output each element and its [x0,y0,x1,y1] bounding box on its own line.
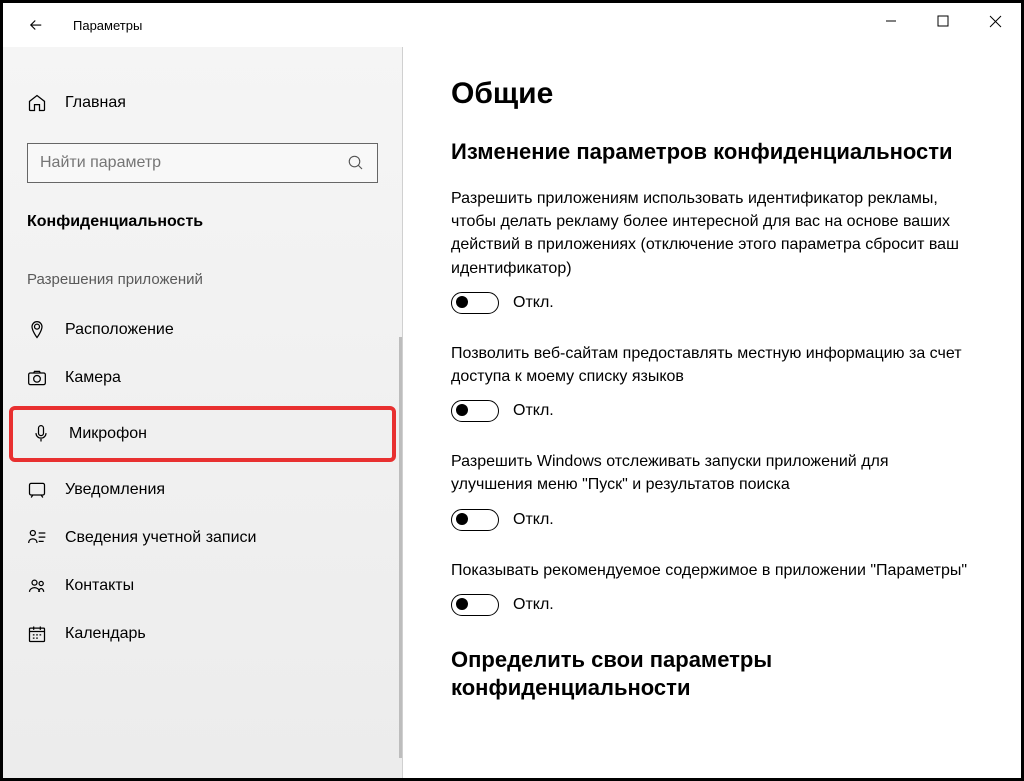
setting-text: Разрешить приложениям использовать идент… [451,187,971,280]
sidebar-item-label: Уведомления [65,481,165,499]
location-icon [27,320,47,340]
toggle-language-list[interactable] [451,400,499,422]
notifications-icon [27,480,47,500]
sidebar-item-label: Микрофон [69,425,147,443]
account-info-icon [27,528,47,548]
sidebar: Главная Конфиденциальность Разрешения пр… [3,47,403,778]
sidebar-item-label: Календарь [65,625,146,643]
toggle-state-label: Откл. [513,511,554,529]
contacts-icon [27,576,47,596]
window-title: Параметры [73,18,142,33]
toggle-state-label: Откл. [513,596,554,614]
minimize-button[interactable] [865,3,917,39]
titlebar: Параметры [3,3,1021,47]
sidebar-home[interactable]: Главная [3,83,402,123]
window-controls [865,3,1021,39]
camera-icon [27,368,47,388]
sidebar-item-label: Контакты [65,577,134,595]
sidebar-item-notifications[interactable]: Уведомления [3,466,402,514]
section-heading: Разрешения приложений [3,261,402,306]
sidebar-item-label: Расположение [65,321,174,339]
toggle-advertising-id[interactable] [451,292,499,314]
sidebar-scrollbar[interactable] [399,337,402,758]
search-input[interactable] [40,154,347,172]
back-button[interactable] [21,10,51,40]
search-box[interactable] [27,143,378,183]
sidebar-item-account-info[interactable]: Сведения учетной записи [3,514,402,562]
setting-text: Показывать рекомендуемое содержимое в пр… [451,559,971,582]
page-title: Общие [451,77,989,111]
setting-suggested-content: Показывать рекомендуемое содержимое в пр… [451,559,989,616]
setting-text: Разрешить Windows отслеживать запуски пр… [451,450,971,496]
setting-text: Позволить веб-сайтам предоставлять местн… [451,342,971,388]
setting-advertising-id: Разрешить приложениям использовать идент… [451,187,989,314]
microphone-icon [31,424,51,444]
sidebar-item-label: Камера [65,369,121,387]
toggle-state-label: Откл. [513,294,554,312]
sidebar-item-camera[interactable]: Камера [3,354,402,402]
setting-language-list: Позволить веб-сайтам предоставлять местн… [451,342,989,422]
search-icon [347,154,365,172]
sidebar-item-calendar[interactable]: Календарь [3,610,402,658]
setting-app-launches: Разрешить Windows отслеживать запуски пр… [451,450,989,530]
maximize-button[interactable] [917,3,969,39]
sidebar-item-location[interactable]: Расположение [3,306,402,354]
category-title: Конфиденциальность [3,207,402,261]
section-subtitle-2: Определить свои параметры конфиденциальн… [451,646,989,703]
section-subtitle: Изменение параметров конфиденциальности [451,139,989,165]
close-button[interactable] [969,3,1021,39]
toggle-state-label: Откл. [513,402,554,420]
calendar-icon [27,624,47,644]
highlight-microphone: Микрофон [9,406,396,462]
main-panel: Общие Изменение параметров конфиденциаль… [403,47,1021,778]
toggle-suggested-content[interactable] [451,594,499,616]
sidebar-item-contacts[interactable]: Контакты [3,562,402,610]
toggle-app-launches[interactable] [451,509,499,531]
sidebar-home-label: Главная [65,94,126,112]
sidebar-item-microphone[interactable]: Микрофон [13,410,392,458]
sidebar-item-label: Сведения учетной записи [65,529,256,547]
